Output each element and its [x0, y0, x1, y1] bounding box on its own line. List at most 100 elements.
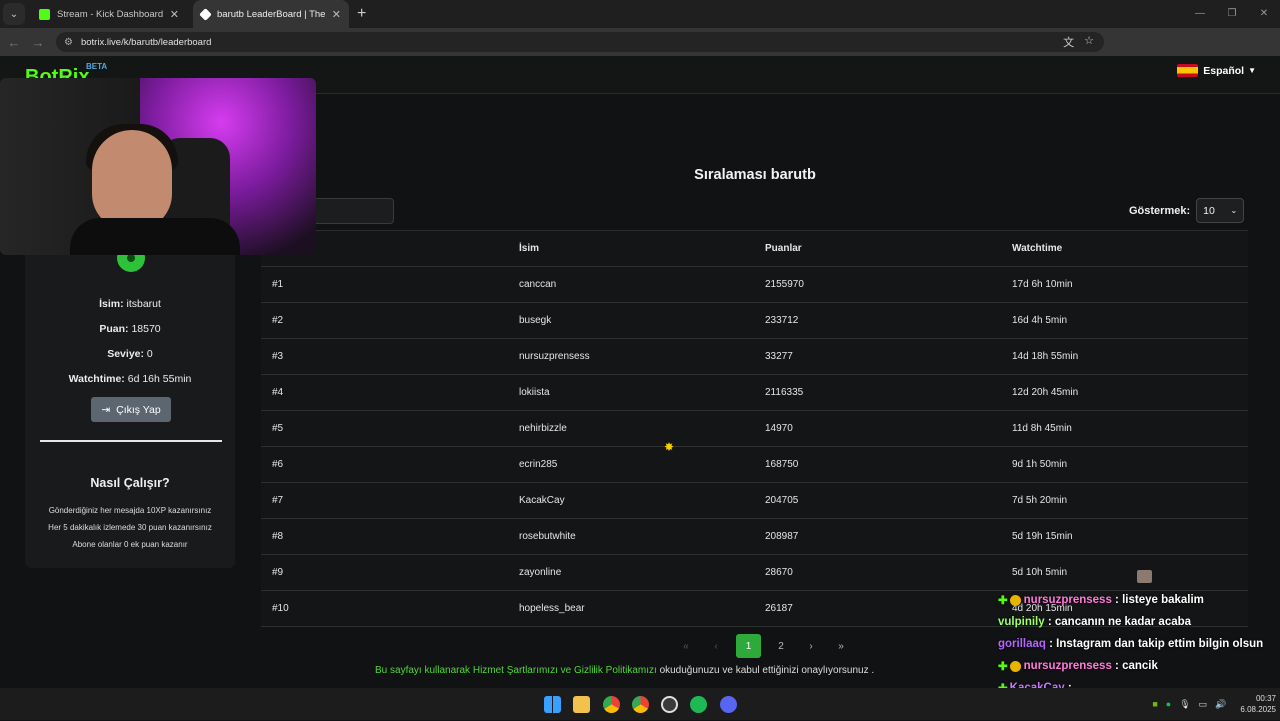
tab-leaderboard[interactable]: barutb LeaderBoard | The best ✕ — [193, 0, 349, 28]
chat-message: ✚ nursuzprensess : cancik — [998, 655, 1280, 677]
name-cell: zayonline — [519, 567, 562, 578]
language-selector[interactable]: Español ▼ — [1177, 64, 1256, 77]
maximize-icon[interactable]: ❐ — [1216, 0, 1248, 28]
close-tab-icon[interactable]: ✕ — [332, 8, 341, 21]
rank-cell: #2 — [272, 315, 284, 326]
column-name[interactable]: İsim — [519, 231, 539, 267]
spotify-tray-icon[interactable]: ● — [1166, 699, 1171, 709]
divider — [40, 440, 222, 442]
points-cell: 33277 — [765, 351, 793, 362]
table-row: #3 nursuzprensess 33277 14d 18h 55min — [261, 339, 1248, 375]
rank-cell: #10 — [272, 603, 289, 614]
logout-label: Çıkış Yap — [116, 403, 161, 416]
chevron-down-icon: ⌄ — [1230, 206, 1238, 215]
footer-text: Bu sayfayı kullanarak Hizmet Şartlarımız… — [375, 665, 874, 676]
new-tab-icon[interactable]: + — [357, 5, 366, 23]
howto-line: Her 5 dakikalık izlemede 30 puan kazanır… — [48, 523, 212, 532]
file-explorer-icon[interactable] — [573, 696, 590, 713]
site-info-icon[interactable]: ⚙ — [64, 37, 73, 48]
watchtime-cell: 5d 10h 5min — [1012, 567, 1068, 578]
first-page-icon[interactable]: « — [676, 641, 696, 652]
name-cell: busegk — [519, 315, 552, 326]
close-window-icon[interactable]: ✕ — [1248, 0, 1280, 28]
logout-button[interactable]: ⇥ Çıkış Yap — [91, 397, 171, 422]
chat-username: gorillaaq — [998, 638, 1046, 650]
nvidia-icon[interactable]: ■ — [1152, 699, 1157, 709]
back-icon[interactable]: ← — [4, 35, 24, 50]
page-2-button[interactable]: 2 — [771, 641, 791, 652]
name-cell: canccan — [519, 279, 557, 290]
url-field[interactable]: ⚙ botrix.live/k/barutb/leaderboard 文 ☆ — [56, 32, 1104, 52]
level-label: Seviye: — [107, 348, 144, 360]
watchtime-value: 6d 16h 55min — [127, 373, 192, 385]
howto-line: Abone olanlar 0 ek puan kazanır — [72, 540, 188, 549]
level-value: 0 — [146, 348, 153, 360]
windows-start-icon[interactable] — [544, 696, 561, 713]
gift-badge-icon — [1009, 660, 1021, 672]
volume-icon[interactable]: 🔊 — [1215, 699, 1226, 710]
minimize-icon[interactable]: — — [1184, 0, 1216, 28]
name-cell: nehirbizzle — [519, 423, 567, 434]
rank-cell: #7 — [272, 495, 284, 506]
system-tray: ■ ● 🎙 ▭ 🔊 00:37 6.08.2025 — [1152, 688, 1276, 720]
table-row: #7 KacakCay 204705 7d 5h 20min — [261, 483, 1248, 519]
forward-icon[interactable]: → — [28, 35, 48, 50]
window-controls: — ❐ ✕ — [1184, 0, 1280, 28]
table-row: #5 nehirbizzle 14970 11d 8h 45min — [261, 411, 1248, 447]
microphone-icon[interactable]: 🎙 — [1179, 699, 1190, 710]
tab-search-button[interactable]: ⌄ — [3, 3, 25, 25]
table-row: #4 lokiista 2116335 12d 20h 45min — [261, 375, 1248, 411]
chevron-down-icon: ▼ — [1248, 66, 1256, 75]
table-row: #1 canccan 2155970 17d 6h 10min — [261, 267, 1248, 303]
chat-text: listeye bakalim — [1122, 594, 1204, 606]
page-1-button[interactable]: 1 — [736, 634, 761, 658]
translate-icon[interactable]: 文 — [1063, 34, 1074, 50]
rank-cell: #9 — [272, 567, 284, 578]
obs-icon[interactable] — [661, 696, 678, 713]
beta-badge: BETA — [86, 62, 108, 71]
points-cell: 168750 — [765, 459, 799, 470]
kick-favicon-icon — [39, 8, 50, 20]
page-size-select[interactable]: 10 ⌄ — [1196, 198, 1245, 223]
spotify-icon[interactable] — [690, 696, 707, 713]
chrome-icon[interactable] — [603, 696, 620, 713]
tab-title: barutb LeaderBoard | The best — [217, 8, 328, 20]
profile-points: Puan: 18570 — [25, 323, 235, 335]
rank-cell: #3 — [272, 351, 284, 362]
rank-cell: #6 — [272, 459, 284, 470]
bookmark-star-icon[interactable]: ☆ — [1084, 34, 1094, 50]
next-page-icon[interactable]: › — [801, 641, 821, 652]
points-cell: 208987 — [765, 531, 799, 542]
chat-emote-image — [1137, 570, 1152, 583]
search-input[interactable] — [316, 198, 394, 224]
table-header: İsim Puanlar Watchtime — [261, 231, 1248, 267]
close-tab-icon[interactable]: ✕ — [170, 8, 179, 21]
column-watchtime[interactable]: Watchtime — [1012, 231, 1062, 267]
chat-text: cancanın ne kadar acaba — [1054, 616, 1192, 628]
chat-separator: : — [1111, 660, 1123, 672]
chat-text: cancik — [1122, 660, 1158, 672]
pagination: « ‹ 1 2 › » — [676, 634, 851, 658]
prev-page-icon[interactable]: ‹ — [706, 641, 726, 652]
url-text: botrix.live/k/barutb/leaderboard — [80, 36, 212, 48]
discord-icon[interactable] — [720, 696, 737, 713]
privacy-link[interactable]: Gizlilik Politikamızı — [574, 665, 657, 676]
points-value: 18570 — [131, 323, 161, 335]
name-cell: hopeless_bear — [519, 603, 585, 614]
clock[interactable]: 00:37 6.08.2025 — [1240, 693, 1276, 715]
watchtime-label: Watchtime: — [68, 373, 125, 385]
page-size-value: 10 — [1203, 204, 1215, 217]
verified-badge-icon: ✚ — [998, 661, 1008, 673]
profile-level: Seviye: 0 — [25, 348, 235, 360]
watchtime-cell: 16d 4h 5min — [1012, 315, 1068, 326]
display-icon[interactable]: ▭ — [1199, 699, 1208, 710]
watchtime-cell: 17d 6h 10min — [1012, 279, 1073, 290]
column-points[interactable]: Puanlar — [765, 231, 802, 267]
terms-link[interactable]: Hizmet Şartlarımızı — [473, 665, 558, 676]
tab-kick-dashboard[interactable]: Stream - Kick Dashboard ✕ — [31, 0, 187, 28]
last-page-icon[interactable]: » — [831, 641, 851, 652]
table-row: #2 busegk 233712 16d 4h 5min — [261, 303, 1248, 339]
chrome-icon[interactable] — [632, 696, 649, 713]
points-cell: 233712 — [765, 315, 799, 326]
points-cell: 26187 — [765, 603, 793, 614]
